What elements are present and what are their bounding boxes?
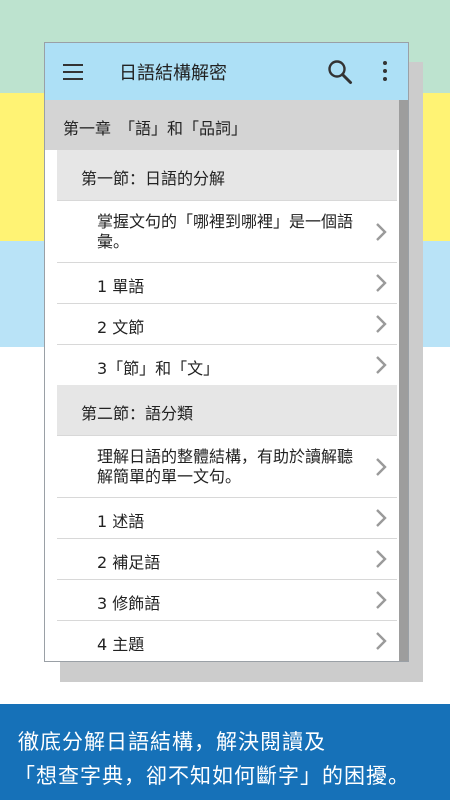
- lesson-list: 第一節：日語的分解 掌握文句的「哪裡到哪裡」是一個語彙。 1 單語 2 文節 3…: [57, 150, 397, 661]
- chevron-right-icon: [376, 632, 387, 650]
- more-vert-icon[interactable]: [381, 61, 389, 83]
- content-area: 第一章 「語」和「品詞」 第一節：日語的分解 掌握文句的「哪裡到哪裡」是一個語彙…: [45, 100, 408, 661]
- chevron-right-icon: [376, 591, 387, 609]
- list-item[interactable]: 1 單語: [57, 262, 397, 303]
- search-icon[interactable]: [327, 59, 353, 85]
- chevron-right-icon: [376, 315, 387, 333]
- chevron-right-icon: [376, 356, 387, 374]
- chapter-header: 第一章 「語」和「品詞」: [45, 100, 408, 150]
- list-item[interactable]: 理解日語的整體結構，有助於讀解聽解簡單的單一文句。: [57, 435, 397, 497]
- section-title: 第二節：語分類: [81, 404, 194, 423]
- chevron-right-icon: [376, 222, 387, 241]
- hamburger-menu-icon[interactable]: [63, 64, 83, 80]
- section-header: 第一節：日語的分解: [57, 150, 397, 200]
- list-item-label: 1 述語: [97, 512, 145, 531]
- list-item[interactable]: 1 述語: [57, 497, 397, 538]
- app-title: 日語結構解密: [119, 63, 227, 84]
- list-item[interactable]: 4 主題: [57, 620, 397, 661]
- promo-line-2: 「想查字典，卻不知如何斷字」的困擾。: [14, 764, 410, 788]
- list-item-label: 3「節」和「文」: [97, 359, 220, 378]
- list-item[interactable]: 3「節」和「文」: [57, 344, 397, 385]
- list-item[interactable]: 2 補足語: [57, 538, 397, 579]
- scrollbar[interactable]: [399, 100, 408, 661]
- list-item-label: 理解日語的整體結構，有助於讀解聽解簡單的單一文句。: [97, 447, 354, 486]
- list-item-label: 4 主題: [97, 635, 145, 654]
- list-item-label: 掌握文句的「哪裡到哪裡」是一個語彙。: [97, 212, 354, 251]
- chevron-right-icon: [376, 457, 387, 476]
- list-item[interactable]: 3 修飾語: [57, 579, 397, 620]
- list-item-label: 2 文節: [97, 318, 145, 337]
- section-title: 第一節：日語的分解: [81, 169, 226, 188]
- list-item[interactable]: 掌握文句的「哪裡到哪裡」是一個語彙。: [57, 200, 397, 262]
- section-header: 第二節：語分類: [57, 385, 397, 435]
- chevron-right-icon: [376, 550, 387, 568]
- list-item-label: 1 單語: [97, 277, 145, 296]
- list-item[interactable]: 2 文節: [57, 303, 397, 344]
- promo-banner: 徹底分解日語結構，解決閱讀及 「想查字典，卻不知如何斷字」的困擾。: [0, 704, 450, 800]
- list-item-label: 3 修飾語: [97, 594, 161, 613]
- chevron-right-icon: [376, 274, 387, 292]
- list-item-label: 2 補足語: [97, 553, 161, 572]
- promo-line-1: 徹底分解日語結構，解決閱讀及: [18, 730, 326, 754]
- chevron-right-icon: [376, 509, 387, 527]
- phone-screen: 日語結構解密 第一章 「語」和「品詞」 第一節：日語的分解 掌握文句的「哪裡到哪…: [44, 42, 409, 662]
- app-bar: 日語結構解密: [45, 43, 408, 100]
- chapter-title: 第一章 「語」和「品詞」: [63, 119, 248, 138]
